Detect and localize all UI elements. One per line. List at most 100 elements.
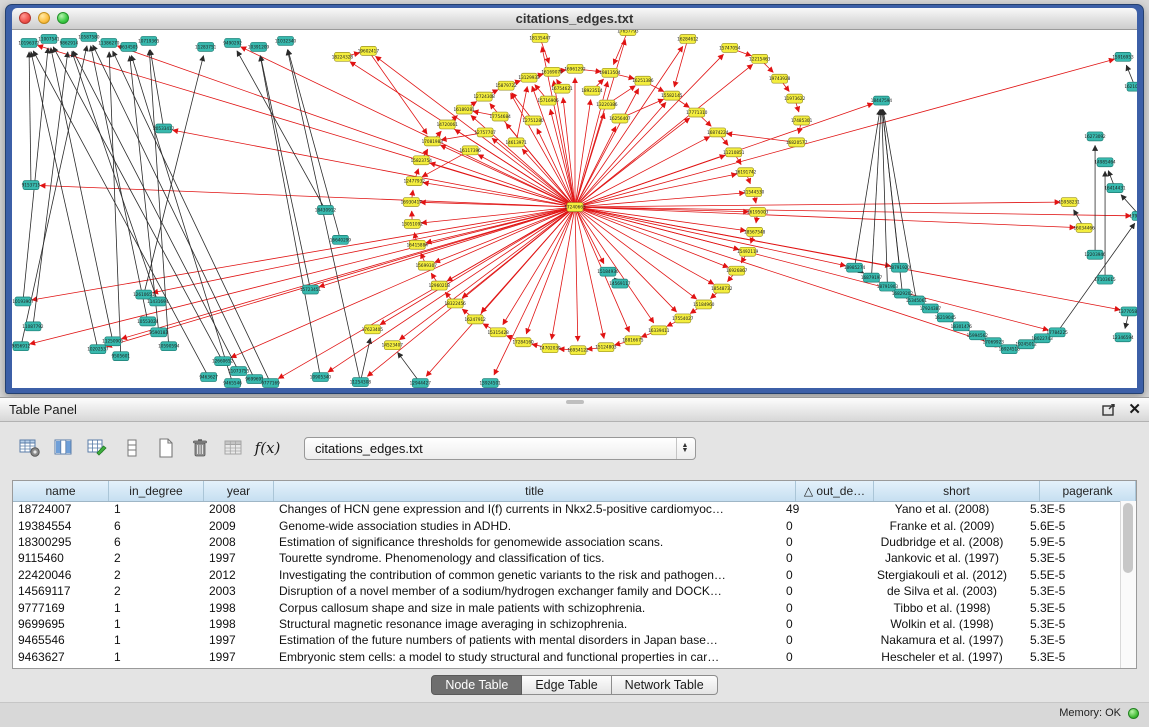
column-header-short[interactable]: short <box>874 481 1040 501</box>
table-selector[interactable]: citations_edges.txt ▲▼ <box>304 437 696 460</box>
graph-node[interactable]: 13220386 <box>596 100 618 109</box>
network-view[interactable]: 1724066316961292198135041625138615582145… <box>12 30 1137 388</box>
graph-node[interactable]: 14720061 <box>437 120 459 129</box>
graph-node[interactable]: 15582145 <box>661 91 683 100</box>
table-row[interactable]: 2242004622012Investigating the contribut… <box>13 567 1121 583</box>
graph-node[interactable]: 11250905 <box>102 337 124 346</box>
graph-node[interactable]: 17485301 <box>791 116 813 125</box>
edit-table-button[interactable] <box>84 435 111 461</box>
column-header-name[interactable]: name <box>13 481 109 501</box>
graph-node[interactable]: 9777169 <box>261 379 280 388</box>
graph-node[interactable]: 10202537 <box>87 345 109 354</box>
graph-node[interactable]: 9505601 <box>111 352 130 361</box>
network-window-titlebar[interactable]: citations_edges.txt <box>12 8 1137 30</box>
graph-node[interactable]: 12724308 <box>474 92 496 101</box>
graph-node[interactable]: 17103615 <box>1094 275 1116 284</box>
graph-node[interactable]: 9463627 <box>199 373 218 382</box>
graph-node[interactable]: 11544530 <box>743 188 765 197</box>
graph-node[interactable]: 10590594 <box>158 342 180 351</box>
delete-column-button[interactable] <box>186 435 213 461</box>
graph-node[interactable]: 17069923 <box>983 338 1005 347</box>
graph-node[interactable]: 16415884 <box>407 240 429 249</box>
graph-node[interactable]: 16640299 <box>330 235 352 244</box>
graph-node[interactable]: 16284612 <box>677 34 699 43</box>
graph-node[interactable]: 16251386 <box>632 76 654 85</box>
graph-node[interactable]: 10905340 <box>310 373 332 382</box>
graph-node[interactable]: 10193907 <box>12 297 34 306</box>
graph-node[interactable]: 14702039 <box>539 344 561 353</box>
graph-node[interactable]: 13051092 <box>402 219 424 228</box>
create-column-button[interactable] <box>152 435 179 461</box>
graph-node[interactable]: 9634505 <box>119 42 138 51</box>
graph-node[interactable]: 16191742 <box>735 168 757 177</box>
graph-node[interactable]: 9490292 <box>223 38 242 47</box>
table-scrollbar[interactable] <box>1120 501 1136 668</box>
graph-node[interactable]: 16189281 <box>454 105 476 114</box>
column-header-in-degree[interactable]: in_degree <box>109 481 204 501</box>
graph-node[interactable]: 13924501 <box>480 379 502 388</box>
graph-node[interactable]: 15879722 <box>495 81 517 90</box>
graph-node[interactable]: 11007541 <box>38 34 60 43</box>
graph-node[interactable]: 9465546 <box>223 379 242 388</box>
graph-node[interactable]: 10391209 <box>248 42 270 51</box>
graph-node[interactable]: 17771310 <box>686 108 708 117</box>
minimize-button[interactable] <box>38 12 50 24</box>
graph-node[interactable]: 16414431 <box>1104 184 1126 193</box>
graph-node[interactable]: 19813504 <box>599 68 621 77</box>
function-builder-button[interactable]: f(x) <box>254 435 281 461</box>
graph-node[interactable]: 9590183 <box>149 328 168 337</box>
tab-network-table[interactable]: Network Table <box>612 675 718 695</box>
tab-node-table[interactable]: Node Table <box>431 675 522 695</box>
graph-node[interactable]: 9862914 <box>60 38 79 47</box>
column-header-pagerank[interactable]: pagerank <box>1040 481 1136 501</box>
table-row[interactable]: 969969511998Structural magnetic resonanc… <box>13 616 1121 632</box>
graph-node[interactable]: 13770581 <box>1118 307 1137 316</box>
graph-node[interactable]: 16219045 <box>935 313 957 322</box>
table-settings-button[interactable] <box>16 435 43 461</box>
graph-node[interactable]: 17623405 <box>362 325 384 334</box>
graph-node[interactable]: 17754684 <box>489 112 511 121</box>
close-panel-icon[interactable]: ✕ <box>1128 402 1141 417</box>
table-row[interactable]: 1456911722003Disruption of a novel membe… <box>13 583 1121 599</box>
graph-node[interactable]: 18135447 <box>529 33 551 42</box>
graph-node[interactable]: 18985274 <box>844 263 866 272</box>
graph-node[interactable]: 10719365 <box>138 36 160 45</box>
graph-node[interactable]: 12757707 <box>475 128 497 137</box>
panel-resize-handle[interactable] <box>566 400 584 404</box>
graph-node[interactable]: 18548732 <box>711 284 733 293</box>
graph-node[interactable]: 14569117 <box>609 279 631 288</box>
column-header-out-degree[interactable]: △ out_de… <box>796 481 874 501</box>
graph-node[interactable]: 10196372 <box>18 38 40 47</box>
graph-node[interactable]: 16874224 <box>707 128 729 137</box>
column-header-title[interactable]: title <box>274 481 796 501</box>
graph-node[interactable]: 18224328 <box>332 52 354 61</box>
graph-node[interactable]: 18430912 <box>315 206 337 215</box>
graph-node[interactable]: 16195003 <box>747 208 769 217</box>
graph-node[interactable]: 17081983 <box>422 137 444 146</box>
graph-node[interactable]: 12346594 <box>1112 333 1134 342</box>
graph-node[interactable]: 17284160 <box>512 338 534 347</box>
graph-node[interactable]: 17657793 <box>617 30 639 35</box>
graph-node[interactable]: 15345061 <box>906 296 928 305</box>
graph-node[interactable]: 11386270 <box>98 38 120 47</box>
graph-node[interactable]: 19743928 <box>769 74 791 83</box>
scrollbar-thumb[interactable] <box>1123 503 1133 573</box>
graph-node[interactable]: 18322456 <box>445 299 467 308</box>
graph-node[interactable]: 10587580 <box>78 32 100 41</box>
graph-node[interactable]: 15315428 <box>487 328 509 337</box>
graph-node[interactable]: 16117396 <box>460 146 482 155</box>
graph-node[interactable]: 16273092 <box>1084 132 1106 141</box>
graph-node[interactable]: 12960218 <box>429 281 451 290</box>
graph-node[interactable]: 18791920 <box>889 263 911 272</box>
graph-node[interactable]: 12660652 <box>212 357 234 366</box>
graph-node[interactable]: 16820577 <box>786 138 808 147</box>
graph-node[interactable]: 16169070 <box>541 67 563 76</box>
graph-node[interactable]: 16954122 <box>567 346 589 355</box>
graph-node[interactable]: 9153715 <box>22 181 41 190</box>
graph-node[interactable]: 17240663 <box>564 203 586 212</box>
tab-edge-table[interactable]: Edge Table <box>522 675 611 695</box>
float-panel-icon[interactable] <box>1102 404 1116 416</box>
graph-node[interactable]: 16256407 <box>609 114 631 123</box>
graph-node[interactable]: 15699307 <box>416 261 438 270</box>
graph-node[interactable]: 11210851 <box>723 148 745 157</box>
